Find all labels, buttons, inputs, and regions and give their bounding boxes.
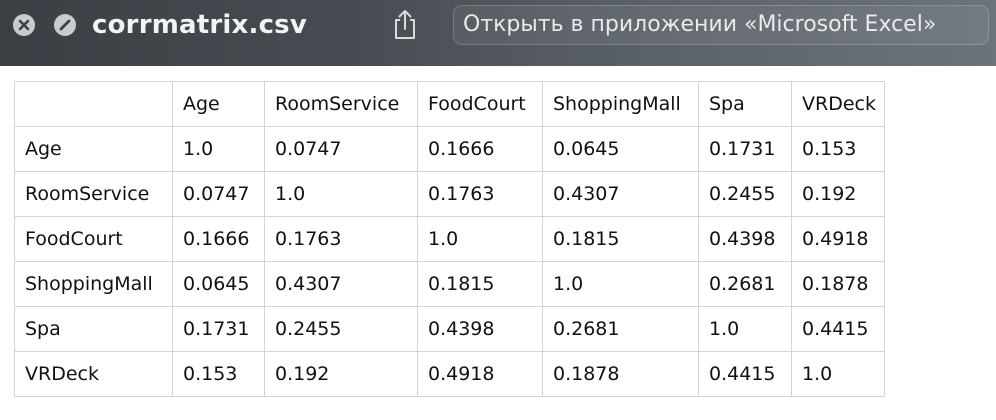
csv-preview-area: Age RoomService FoodCourt ShoppingMall S… <box>0 66 996 420</box>
table-row: RoomService 0.0747 1.0 0.1763 0.4307 0.2455 0.… <box>14 171 885 217</box>
share-icon <box>395 10 415 39</box>
table-cell: 0.1763 <box>417 171 543 217</box>
table-cell: 0.1731 <box>172 306 265 352</box>
table-cell: 0.4415 <box>791 306 885 352</box>
table-cell: 1.0 <box>791 351 885 397</box>
table-cell: 0.1815 <box>542 216 699 262</box>
row-header-cell: Age <box>14 126 173 172</box>
row-header-cell: ShoppingMall <box>14 261 173 307</box>
table-cell: 0.0747 <box>172 171 265 217</box>
table-cell: 0.2681 <box>698 261 792 307</box>
table-cell: 0.192 <box>791 171 885 217</box>
table-cell: 1.0 <box>698 306 792 352</box>
hide-button[interactable] <box>54 14 76 36</box>
close-button[interactable] <box>13 14 35 36</box>
table-header-row: Age RoomService FoodCourt ShoppingMall S… <box>14 81 885 127</box>
table-cell: 0.4918 <box>417 351 543 397</box>
table-cell: 0.0747 <box>264 126 418 172</box>
table-cell: 0.1666 <box>172 216 265 262</box>
correlation-table: Age RoomService FoodCourt ShoppingMall S… <box>14 81 885 397</box>
header-cell: RoomService <box>264 81 418 127</box>
table-cell: 0.0645 <box>542 126 699 172</box>
table-cell: 0.153 <box>172 351 265 397</box>
header-cell: VRDeck <box>791 81 885 127</box>
table-cell: 0.1763 <box>264 216 418 262</box>
row-header-cell: Spa <box>14 306 173 352</box>
table-cell: 0.2455 <box>264 306 418 352</box>
table-row: FoodCourt 0.1666 0.1763 1.0 0.1815 0.4398 0.49… <box>14 216 885 262</box>
table-row: Age 1.0 0.0747 0.1666 0.0645 0.1731 0.153 <box>14 126 885 172</box>
table-cell: 0.4307 <box>264 261 418 307</box>
title-bar: corrmatrix.csv Открыть в приложении «Mic… <box>0 0 996 66</box>
header-cell: Age <box>172 81 265 127</box>
table-cell: 0.2455 <box>698 171 792 217</box>
window-title: corrmatrix.csv <box>92 10 308 40</box>
table-cell: 0.4415 <box>698 351 792 397</box>
table-cell: 1.0 <box>172 126 265 172</box>
table-cell: 1.0 <box>264 171 418 217</box>
row-header-cell: FoodCourt <box>14 216 173 262</box>
table-cell: 0.153 <box>791 126 885 172</box>
table-cell: 1.0 <box>417 216 543 262</box>
slash-circle-icon <box>59 19 71 31</box>
header-cell: FoodCourt <box>417 81 543 127</box>
table-cell: 0.4307 <box>542 171 699 217</box>
header-cell: ShoppingMall <box>542 81 699 127</box>
table-cell: 0.0645 <box>172 261 265 307</box>
table-row: VRDeck 0.153 0.192 0.4918 0.1878 0.4415 1.0 <box>14 351 885 397</box>
row-header-cell: RoomService <box>14 171 173 217</box>
table-cell: 0.1878 <box>791 261 885 307</box>
header-cell <box>14 81 173 127</box>
table-cell: 0.4398 <box>698 216 792 262</box>
table-cell: 0.1878 <box>542 351 699 397</box>
table-cell: 0.1815 <box>417 261 543 307</box>
header-cell: Spa <box>698 81 792 127</box>
table-row: Spa 0.1731 0.2455 0.4398 0.2681 1.0 0.4415 <box>14 306 885 352</box>
table-cell: 0.4398 <box>417 306 543 352</box>
table-cell: 1.0 <box>542 261 699 307</box>
close-x-icon <box>18 19 30 31</box>
open-in-app-button[interactable]: Открыть в приложении «Microsoft Excel» <box>453 5 989 45</box>
table-row: ShoppingMall 0.0645 0.4307 0.1815 1.0 0.2681 0… <box>14 261 885 307</box>
table-cell: 0.1666 <box>417 126 543 172</box>
row-header-cell: VRDeck <box>14 351 173 397</box>
table-cell: 0.192 <box>264 351 418 397</box>
share-button[interactable] <box>392 8 418 40</box>
table-cell: 0.1731 <box>698 126 792 172</box>
table-cell: 0.2681 <box>542 306 699 352</box>
table-cell: 0.4918 <box>791 216 885 262</box>
